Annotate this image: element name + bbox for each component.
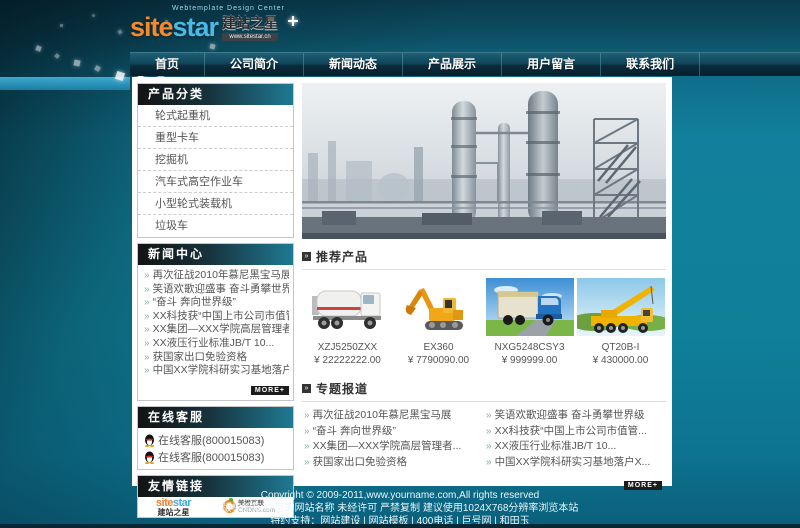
news-center-title: 新闻中心 <box>138 244 293 265</box>
news-item[interactable]: 中国XX学院科研实习基地落户X... <box>144 364 289 378</box>
category-item[interactable]: 垃圾车 <box>138 215 293 237</box>
sidebar: 产品分类 轮式起重机 重型卡车 挖掘机 汽车式高空作业车 小型轮式装载机 垃圾车… <box>137 83 294 523</box>
sparkle-decoration <box>60 24 63 27</box>
product-card[interactable]: XZJ5250ZXX ¥ 22222222.00 <box>302 278 393 366</box>
online-service-box: 在线客服 在线客服(800015083) <box>137 406 294 470</box>
special-reports-header: » 专题报道 <box>302 380 666 402</box>
main-navigation: 首页 公司简介 新闻动态 产品展示 用户留言 联系我们 <box>130 52 800 76</box>
sparkle-decoration <box>117 29 123 35</box>
logo-chinese-name: 建站之星 <box>222 13 278 33</box>
qq-service-link[interactable]: 在线客服(800015083) <box>144 449 287 466</box>
reports-columns: 再次征战2010年慕尼黑宝马展 “奋斗 奔向世界级” XX集团—XXX学院高层管… <box>302 406 666 470</box>
product-card[interactable]: QT20B-I ¥ 430000.00 <box>575 278 666 366</box>
nav-item-products[interactable]: 产品展示 <box>403 53 502 76</box>
news-item[interactable]: 笑语欢歌迎盛事 奋斗勇攀世界级 <box>144 283 289 297</box>
nav-item-news[interactable]: 新闻动态 <box>304 53 403 76</box>
logo-text-site: site <box>130 12 173 43</box>
sparkle-decoration <box>94 65 101 72</box>
news-more-button[interactable]: MORE+ <box>251 386 289 395</box>
qq-service-link[interactable]: 在线客服(800015083) <box>144 432 287 449</box>
product-image-crane-truck <box>577 278 665 336</box>
main-column: » 推荐产品 XZJ5250ZXX ¥ 22222222.00 <box>302 83 666 495</box>
report-link[interactable]: 获国家出口免验资格 <box>304 455 482 471</box>
product-card[interactable]: EX360 ¥ 7790090.00 <box>393 278 484 366</box>
nav-item-contact[interactable]: 联系我们 <box>601 53 700 76</box>
product-categories-box: 产品分类 轮式起重机 重型卡车 挖掘机 汽车式高空作业车 小型轮式装载机 垃圾车 <box>137 83 294 238</box>
qq-penguin-icon <box>144 451 155 464</box>
hero-image <box>302 83 666 239</box>
footer: Copyright © 2009-2011,www.yourname.com,A… <box>0 489 800 528</box>
section-bullet-icon: » <box>302 384 311 393</box>
report-link[interactable]: XX科技获“中国上市公司市值管... <box>486 424 664 440</box>
report-link[interactable]: 中国XX学院科研实习基地落户X... <box>486 455 664 471</box>
product-image-garbage-truck <box>304 278 392 336</box>
recommended-products-header: » 推荐产品 <box>302 248 666 270</box>
sparkle-icon <box>288 16 298 26</box>
report-link[interactable]: XX集团—XXX学院高层管理者... <box>304 439 482 455</box>
news-item[interactable]: 再次征战2010年慕尼黑宝马展 <box>144 269 289 283</box>
product-name: QT20B-I <box>575 342 666 353</box>
report-link[interactable]: 笑语欢歌迎盛事 奋斗勇攀世界级 <box>486 408 664 424</box>
product-price: ¥ 430000.00 <box>575 355 666 366</box>
qq-service-label: 在线客服(800015083) <box>158 432 264 448</box>
product-name: EX360 <box>393 342 484 353</box>
recommended-products-title: 推荐产品 <box>316 248 368 265</box>
product-categories-title: 产品分类 <box>138 84 293 105</box>
report-link[interactable]: XX液压行业标准JB/T 10... <box>486 439 664 455</box>
category-item[interactable]: 挖掘机 <box>138 149 293 171</box>
product-card[interactable]: NXG5248CSY3 ¥ 999999.00 <box>484 278 575 366</box>
sparkle-decoration <box>73 59 80 66</box>
nav-item-company[interactable]: 公司简介 <box>205 53 304 76</box>
sparkle-decoration <box>54 53 60 59</box>
product-image-blue-truck <box>486 278 574 336</box>
logo-url: www.sitestar.cn <box>222 33 278 41</box>
news-list: 再次征战2010年慕尼黑宝马展 笑语欢歌迎盛事 奋斗勇攀世界级 “奋斗 奔向世界… <box>138 265 293 379</box>
product-price: ¥ 999999.00 <box>484 355 575 366</box>
qq-penguin-icon <box>144 434 155 447</box>
nav-item-guestbook[interactable]: 用户留言 <box>502 53 601 76</box>
content-area: 产品分类 轮式起重机 重型卡车 挖掘机 汽车式高空作业车 小型轮式装载机 垃圾车… <box>132 77 672 486</box>
sparkle-decoration <box>209 43 215 49</box>
news-center-box: 新闻中心 再次征战2010年慕尼黑宝马展 笑语欢歌迎盛事 奋斗勇攀世界级 “奋斗… <box>137 243 294 401</box>
category-item[interactable]: 汽车式高空作业车 <box>138 171 293 193</box>
online-service-title: 在线客服 <box>138 407 293 428</box>
product-price: ¥ 22222222.00 <box>302 355 393 366</box>
products-row: XZJ5250ZXX ¥ 22222222.00 EX360 ¥ <box>302 278 666 366</box>
sparkle-decoration <box>35 45 41 51</box>
category-item[interactable]: 重型卡车 <box>138 127 293 149</box>
footer-rights: 版权所有 © 您的网站名称 未经许可 严禁复制 建议使用1024X768分辨率浏… <box>0 502 800 515</box>
logo-tagline: Webtemplate Design Center <box>172 5 285 12</box>
product-price: ¥ 7790090.00 <box>393 355 484 366</box>
news-item[interactable]: XX科技获“中国上市公司市值管... <box>144 310 289 324</box>
bottom-border <box>0 524 800 528</box>
special-reports-title: 专题报道 <box>316 380 368 397</box>
report-link[interactable]: “奋斗 奔向世界级” <box>304 424 482 440</box>
product-name: NXG5248CSY3 <box>484 342 575 353</box>
news-item[interactable]: XX集团—XXX学院高层管理者... <box>144 323 289 337</box>
decorative-stripe <box>0 77 130 90</box>
site-logo[interactable]: Webtemplate Design Center site star 建站之星… <box>130 5 285 43</box>
category-item[interactable]: 轮式起重机 <box>138 105 293 127</box>
news-item[interactable]: “奋斗 奔向世界级” <box>144 296 289 310</box>
logo-text-star: star <box>173 12 219 43</box>
product-name: XZJ5250ZXX <box>302 342 393 353</box>
product-image-excavator <box>395 278 483 336</box>
report-link[interactable]: 再次征战2010年慕尼黑宝马展 <box>304 408 482 424</box>
news-item[interactable]: XX液压行业标准JB/T 10... <box>144 337 289 351</box>
news-item[interactable]: 获国家出口免验资格 <box>144 351 289 365</box>
nav-item-home[interactable]: 首页 <box>130 53 205 76</box>
category-item[interactable]: 小型轮式装载机 <box>138 193 293 215</box>
sparkle-decoration <box>91 13 95 17</box>
footer-copyright: Copyright © 2009-2011,www.yourname.com,A… <box>0 489 800 502</box>
section-bullet-icon: » <box>302 252 311 261</box>
qq-service-label: 在线客服(800015083) <box>158 449 264 465</box>
product-categories-list: 轮式起重机 重型卡车 挖掘机 汽车式高空作业车 小型轮式装载机 垃圾车 <box>138 105 293 237</box>
